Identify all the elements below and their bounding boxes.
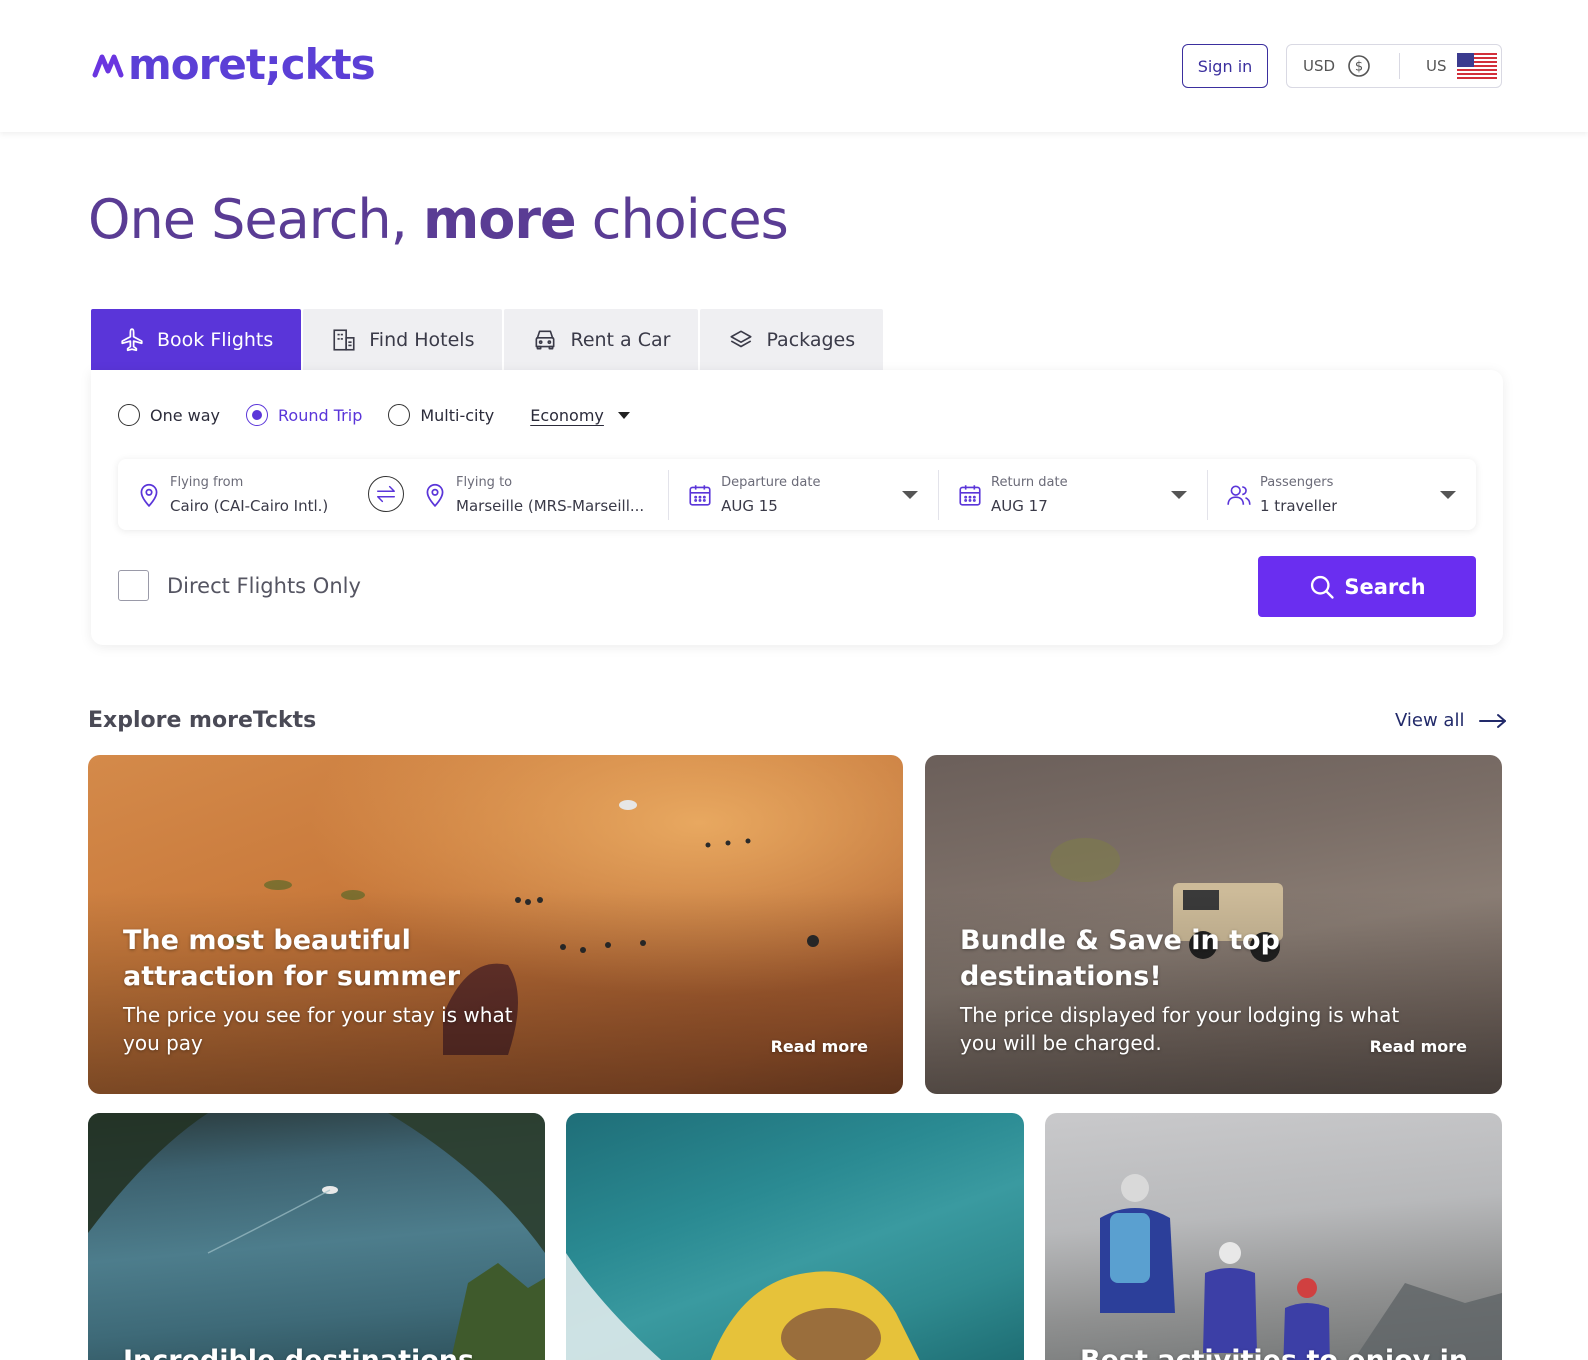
car-icon	[535, 330, 555, 349]
hero-title: One Search, more choices	[88, 188, 789, 251]
card-title: The most beautiful attraction for summer	[123, 925, 461, 992]
caret-down-icon	[1439, 491, 1456, 499]
flying-to-value: Marseille (MRS-Marseill...	[456, 496, 645, 515]
users-icon	[1227, 485, 1251, 505]
field-text: Passengers 1 traveller	[1260, 475, 1337, 515]
layers-icon	[730, 330, 753, 347]
flying-to-label: Flying to	[456, 474, 513, 490]
country-selector[interactable]: US	[1400, 53, 1497, 79]
location-pin-icon	[426, 483, 444, 507]
departure-date-value: AUG 15	[721, 496, 778, 515]
search-fields: Flying from Cairo (CAI-Cairo Intl.) Flyi…	[118, 459, 1476, 530]
card-title: Best activities to enjoy in	[1080, 1343, 1468, 1360]
tab-rent-a-car[interactable]: Rent a Car	[504, 309, 699, 370]
currency-selector[interactable]: USD $	[1287, 54, 1399, 78]
direct-flights-checkbox[interactable]: Direct Flights Only	[118, 570, 361, 601]
location-pin-icon	[140, 483, 158, 507]
flying-to-field[interactable]: Flying to Marseille (MRS-Marseill...	[404, 459, 668, 530]
locale-selector[interactable]: USD $ US	[1286, 44, 1502, 88]
site-header: moret;ckts Sign in USD $ US	[0, 0, 1588, 132]
card-description: The price displayed for your lodging is …	[960, 1003, 1400, 1055]
passengers-value: 1 traveller	[1260, 496, 1338, 515]
passengers-field[interactable]: Passengers 1 traveller	[1208, 459, 1476, 530]
tab-book-flights[interactable]: Book Flights	[91, 309, 302, 370]
flying-from-label: Flying from	[170, 474, 244, 490]
card-description: The price you see for your stay is what …	[123, 1003, 513, 1055]
calendar-icon	[689, 484, 711, 506]
departure-date-label: Departure date	[721, 474, 821, 490]
logo-mark-icon	[92, 54, 124, 78]
radio-label: Round Trip	[278, 405, 363, 425]
trip-type-row: One way Round Trip Multi-city Economy	[118, 404, 630, 426]
hotel-icon	[333, 328, 355, 351]
return-date-label: Return date	[991, 474, 1068, 490]
dollar-icon: $	[1348, 55, 1370, 77]
tab-packages[interactable]: Packages	[700, 309, 884, 370]
caret-down-icon	[617, 411, 630, 419]
radio-one-way[interactable]: One way	[118, 404, 220, 426]
explore-section-title: Explore moreTckts	[88, 708, 317, 733]
sign-in-button[interactable]: Sign in	[1182, 44, 1268, 88]
svg-text:$: $	[1355, 60, 1363, 75]
explore-card-best-activities[interactable]: Best activities to enjoy in	[1045, 1113, 1502, 1360]
country-code: US	[1426, 57, 1447, 75]
radio-label: One way	[150, 405, 221, 425]
explore-card-beach[interactable]	[566, 1113, 1024, 1360]
cabin-class-dropdown[interactable]: Economy	[530, 406, 630, 425]
radio-label: Multi-city	[420, 405, 495, 425]
field-text: Return date AUG 17	[991, 475, 1068, 515]
flight-search-card: One way Round Trip Multi-city Economy Fl…	[91, 370, 1503, 645]
read-more-link[interactable]: Read more	[771, 1037, 868, 1056]
logo-text: moret;ckts	[128, 40, 376, 89]
explore-card-incredible-destinations[interactable]: Incredible destinations	[88, 1113, 545, 1360]
view-all-link[interactable]: View all	[1395, 710, 1508, 731]
read-more-link[interactable]: Read more	[1370, 1037, 1467, 1056]
arrow-right-icon	[1479, 713, 1507, 728]
flying-from-field[interactable]: Flying from Cairo (CAI-Cairo Intl.)	[118, 459, 382, 530]
fjord-image	[88, 1113, 545, 1360]
search-button[interactable]: Search	[1258, 556, 1476, 617]
flying-from-value: Cairo (CAI-Cairo Intl.)	[170, 496, 329, 515]
tab-find-hotels[interactable]: Find Hotels	[303, 309, 503, 370]
return-date-value: AUG 17	[991, 496, 1048, 515]
search-button-label: Search	[1344, 574, 1426, 599]
radio-circle	[118, 404, 140, 426]
return-date-field[interactable]: Return date AUG 17	[939, 459, 1207, 530]
radio-circle	[246, 404, 269, 426]
tab-label: Rent a Car	[570, 328, 671, 351]
explore-card-summer-attraction[interactable]: The most beautiful attraction for summer…	[88, 755, 903, 1094]
us-flag-icon	[1456, 53, 1497, 79]
hikers-image	[1100, 1174, 1502, 1360]
checkbox-box	[118, 570, 149, 601]
view-all-label: View all	[1395, 710, 1465, 731]
tab-label: Book Flights	[157, 328, 274, 351]
field-text: Flying from Cairo (CAI-Cairo Intl.)	[170, 475, 328, 515]
calendar-icon	[959, 484, 981, 506]
swap-airports-button[interactable]	[368, 476, 404, 512]
plane-icon	[121, 327, 143, 351]
passengers-label: Passengers	[1260, 474, 1334, 490]
card-title: Incredible destinations	[123, 1343, 474, 1360]
card-title: Bundle & Save in top destinations!	[960, 925, 1280, 992]
radio-multi-city[interactable]: Multi-city	[388, 404, 494, 426]
swap-arrows-icon	[377, 485, 395, 503]
booking-tabs: Book Flights Find Hotels Rent a Car Pack…	[91, 309, 884, 370]
field-text: Departure date AUG 15	[721, 475, 820, 515]
pool-float-image	[566, 1253, 920, 1360]
caret-down-icon	[902, 491, 919, 499]
tab-label: Packages	[766, 328, 856, 351]
currency-code: USD	[1303, 57, 1336, 75]
radio-round-trip[interactable]: Round Trip	[246, 404, 362, 426]
search-icon	[1311, 575, 1335, 599]
tab-label: Find Hotels	[369, 328, 475, 351]
logo[interactable]: moret;ckts	[92, 40, 376, 90]
radio-circle	[388, 404, 411, 426]
direct-flights-label: Direct Flights Only	[167, 573, 361, 598]
field-text: Flying to Marseille (MRS-Marseill...	[456, 475, 662, 515]
departure-date-field[interactable]: Departure date AUG 15	[669, 459, 938, 530]
cabin-class-value: Economy	[530, 405, 604, 425]
explore-card-bundle-save[interactable]: Bundle & Save in top destinations! The p…	[925, 755, 1502, 1094]
caret-down-icon	[1171, 491, 1188, 499]
